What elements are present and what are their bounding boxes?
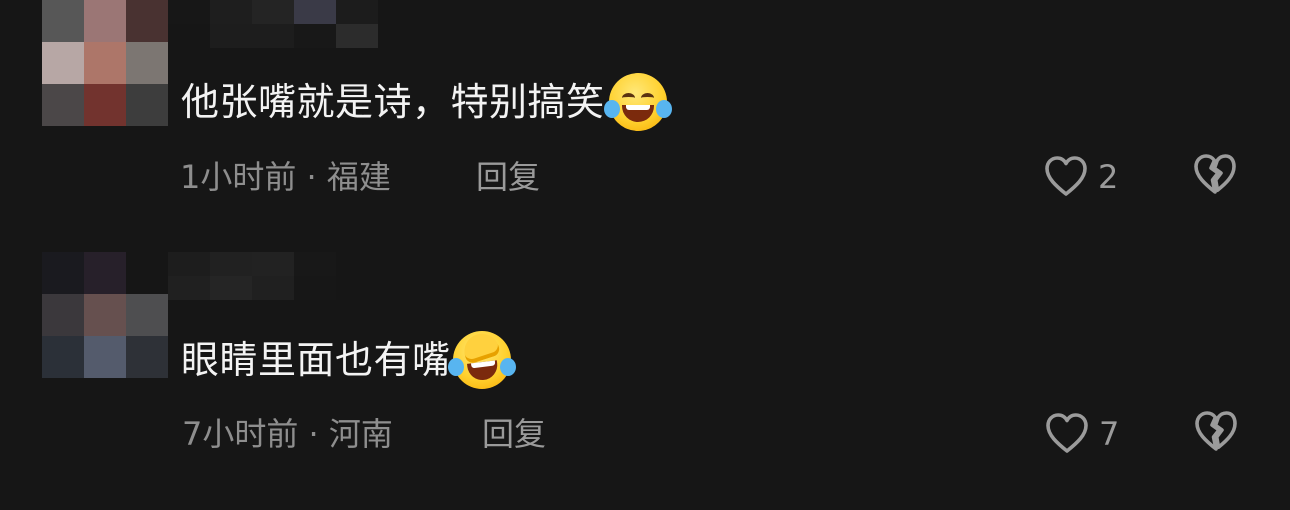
reply-button[interactable]: 回复 (482, 413, 546, 455)
comment-list: 他张嘴就是诗，特别搞笑 1小时前 · 福建 回复 2 眼睛里面也有嘴 7小时前 (0, 0, 1290, 510)
like-count: 2 (1098, 158, 1119, 196)
avatar-pixelated[interactable] (42, 252, 168, 378)
like-count: 7 (1099, 415, 1120, 453)
username-pixelated[interactable] (168, 0, 378, 48)
like-button[interactable]: 7 (1043, 408, 1119, 460)
broken-heart-outline-icon[interactable] (1191, 151, 1239, 199)
face-with-tears-of-joy-icon (603, 73, 672, 131)
like-button[interactable]: 2 (1042, 151, 1118, 203)
heart-outline-icon (1045, 156, 1087, 196)
comment-meta: 1小时前 · 福建 (180, 158, 391, 196)
comment-text: 他张嘴就是诗，特别搞笑 (181, 73, 672, 131)
comment-text: 眼睛里面也有嘴 (181, 329, 516, 389)
faint-watermark (1110, 466, 1280, 504)
reply-button[interactable]: 回复 (476, 156, 540, 198)
comment-meta: 7小时前 · 河南 (182, 415, 393, 453)
avatar-pixelated[interactable] (42, 0, 168, 126)
heart-outline-icon (1046, 413, 1088, 453)
comment-text-content: 他张嘴就是诗，特别搞笑 (181, 80, 605, 124)
facepalm-laughing-crying-icon (447, 329, 516, 389)
username-pixelated[interactable] (168, 252, 378, 300)
broken-heart-outline-icon[interactable] (1192, 408, 1240, 456)
comment-text-content: 眼睛里面也有嘴 (181, 338, 451, 382)
